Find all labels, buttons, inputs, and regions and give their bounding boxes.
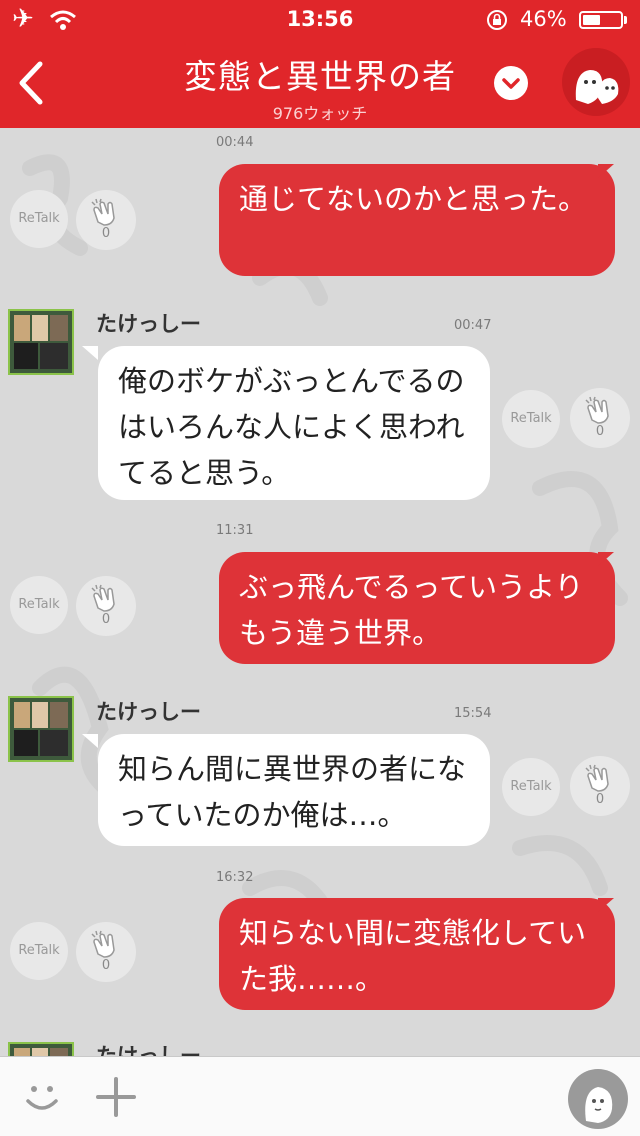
message-bubble-outgoing[interactable]: ぶっ飛んでるっていうよりもう違う世界。 xyxy=(219,552,615,664)
header: ✈ 13:56 46% 変態と異世界の者 976ウォッチ xyxy=(0,0,640,128)
mascot-button[interactable] xyxy=(568,1069,628,1129)
timestamp: 00:47 xyxy=(454,318,492,333)
clap-button[interactable]: 0 xyxy=(76,922,136,982)
clap-icon xyxy=(585,764,609,792)
clap-count: 0 xyxy=(595,424,605,439)
bubble-tail xyxy=(598,164,614,178)
bubble-tail xyxy=(598,898,614,912)
sender-avatar[interactable] xyxy=(8,696,74,762)
ghost-mascot-icon xyxy=(585,1087,613,1123)
sender-name: たけっしー xyxy=(96,1044,201,1056)
back-button[interactable] xyxy=(12,58,52,108)
clap-icon xyxy=(91,930,115,958)
emoji-button[interactable] xyxy=(22,1077,62,1117)
timestamp: 11:31 xyxy=(216,523,254,538)
battery-percent: 46% xyxy=(520,7,567,31)
retalk-button[interactable]: ReTalk xyxy=(10,922,68,980)
dropdown-button[interactable] xyxy=(494,66,528,100)
ghost-mascot-icon xyxy=(575,70,619,104)
retalk-button[interactable]: ReTalk xyxy=(10,190,68,248)
timestamp: 00:44 xyxy=(216,135,254,150)
clap-button[interactable]: 0 xyxy=(76,190,136,250)
avatar-image xyxy=(10,1044,72,1056)
input-bar xyxy=(0,1056,640,1136)
timestamp: 15:54 xyxy=(454,706,492,721)
message-bubble-incoming[interactable]: 知らん間に異世界の者になっていたのか俺は…。 xyxy=(98,734,490,846)
retalk-button[interactable]: ReTalk xyxy=(502,390,560,448)
sender-avatar[interactable] xyxy=(8,309,74,375)
watch-count: 976ウォッチ xyxy=(272,104,368,123)
room-avatar-button[interactable] xyxy=(562,48,630,116)
room-title: 変態と異世界の者 xyxy=(184,57,456,96)
message-bubble-outgoing[interactable]: 通じてないのかと思った。 xyxy=(219,164,615,276)
clap-count: 0 xyxy=(101,612,111,627)
avatar-image xyxy=(10,698,72,760)
sender-name: たけっしー xyxy=(96,312,201,336)
message-bubble-incoming[interactable]: 俺のボケがぶっとんでるのはいろんな人によく思われてると思う。 xyxy=(98,346,490,500)
bubble-tail xyxy=(598,552,614,566)
sender-name: たけっしー xyxy=(96,700,201,724)
sender-avatar[interactable] xyxy=(8,1042,74,1056)
battery-tip xyxy=(624,16,627,24)
clap-button[interactable]: 0 xyxy=(570,756,630,816)
clap-icon xyxy=(91,198,115,226)
chat-area[interactable]: 00:44 ReTalk 0 通じてないのかと思った。 たけっしー 00:47 … xyxy=(0,128,640,1056)
avatar-image xyxy=(10,311,72,373)
message-bubble-outgoing[interactable]: 知らない間に変態化していた我……。 xyxy=(219,898,615,1010)
clap-button[interactable]: 0 xyxy=(570,388,630,448)
bubble-tail xyxy=(82,734,98,748)
retalk-button[interactable]: ReTalk xyxy=(502,758,560,816)
clap-icon xyxy=(91,584,115,612)
add-attachment-button[interactable] xyxy=(94,1075,138,1119)
battery-icon xyxy=(579,11,623,29)
clap-count: 0 xyxy=(101,226,111,241)
clap-icon xyxy=(585,396,609,424)
retalk-button[interactable]: ReTalk xyxy=(10,576,68,634)
rotation-lock-icon xyxy=(487,10,507,30)
timestamp: 16:32 xyxy=(216,870,254,885)
status-bar: ✈ 13:56 46% xyxy=(0,0,640,40)
clap-count: 0 xyxy=(101,958,111,973)
chevron-down-icon xyxy=(502,78,520,89)
bubble-tail xyxy=(82,346,98,360)
clap-button[interactable]: 0 xyxy=(76,576,136,636)
clap-count: 0 xyxy=(595,792,605,807)
